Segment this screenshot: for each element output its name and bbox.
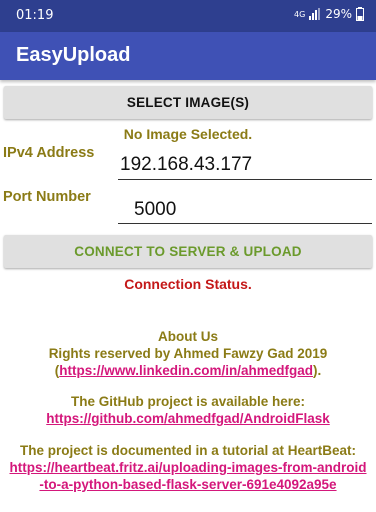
battery-icon xyxy=(356,7,364,21)
connect-upload-button[interactable]: CONNECT TO SERVER & UPLOAD xyxy=(4,235,372,268)
tutorial-link-part-1[interactable]: https://heartbeat.fritz.ai/uploading-ima… xyxy=(9,460,366,475)
rights-text: Rights reserved by Ahmed Fawzy Gad 2019 xyxy=(48,346,328,361)
battery-percent: 29% xyxy=(325,7,352,21)
connection-status-text: Connection Status. xyxy=(124,276,252,292)
linkedin-line: (https://www.linkedin.com/in/ahmedfgad). xyxy=(0,362,376,379)
app-bar: EasyUpload xyxy=(0,32,376,80)
app-title: EasyUpload xyxy=(16,44,131,66)
port-number-value: 5000 xyxy=(134,199,177,220)
paren-close: ). xyxy=(313,363,322,378)
tutorial-link-part-2[interactable]: -to-a-python-based-flask-server-691e4092… xyxy=(39,477,336,492)
status-icons: 4G 29% xyxy=(294,7,364,21)
tutorial-text: The project is documented in a tutorial … xyxy=(19,443,357,458)
network-type-label: 4G xyxy=(294,9,306,19)
ip-address-label: IPv4 Address xyxy=(3,145,95,161)
ip-address-field[interactable]: 192.168.43.177 xyxy=(118,152,372,180)
select-images-button[interactable]: SELECT IMAGE(S) xyxy=(4,86,372,119)
tutorial-line-1: https://heartbeat.fritz.ai/uploading-ima… xyxy=(0,459,376,476)
github-line: https://github.com/ahmedfgad/AndroidFlas… xyxy=(0,410,376,427)
signal-icon xyxy=(309,8,321,20)
about-heading: About Us xyxy=(158,329,218,344)
tutorial-line-2: -to-a-python-based-flask-server-691e4092… xyxy=(0,476,376,493)
ip-address-value: 192.168.43.177 xyxy=(120,154,253,175)
github-link[interactable]: https://github.com/ahmedfgad/AndroidFlas… xyxy=(46,411,330,426)
linkedin-link[interactable]: https://www.linkedin.com/in/ahmedfgad xyxy=(59,363,313,378)
status-bar: 01:19 4G 29% xyxy=(0,0,376,32)
image-status-text: No Image Selected. xyxy=(123,126,253,142)
port-number-field[interactable]: 5000 xyxy=(118,196,372,224)
port-number-label: Port Number xyxy=(3,189,91,205)
github-text: The GitHub project is available here: xyxy=(70,394,306,409)
status-time: 01:19 xyxy=(16,8,54,23)
